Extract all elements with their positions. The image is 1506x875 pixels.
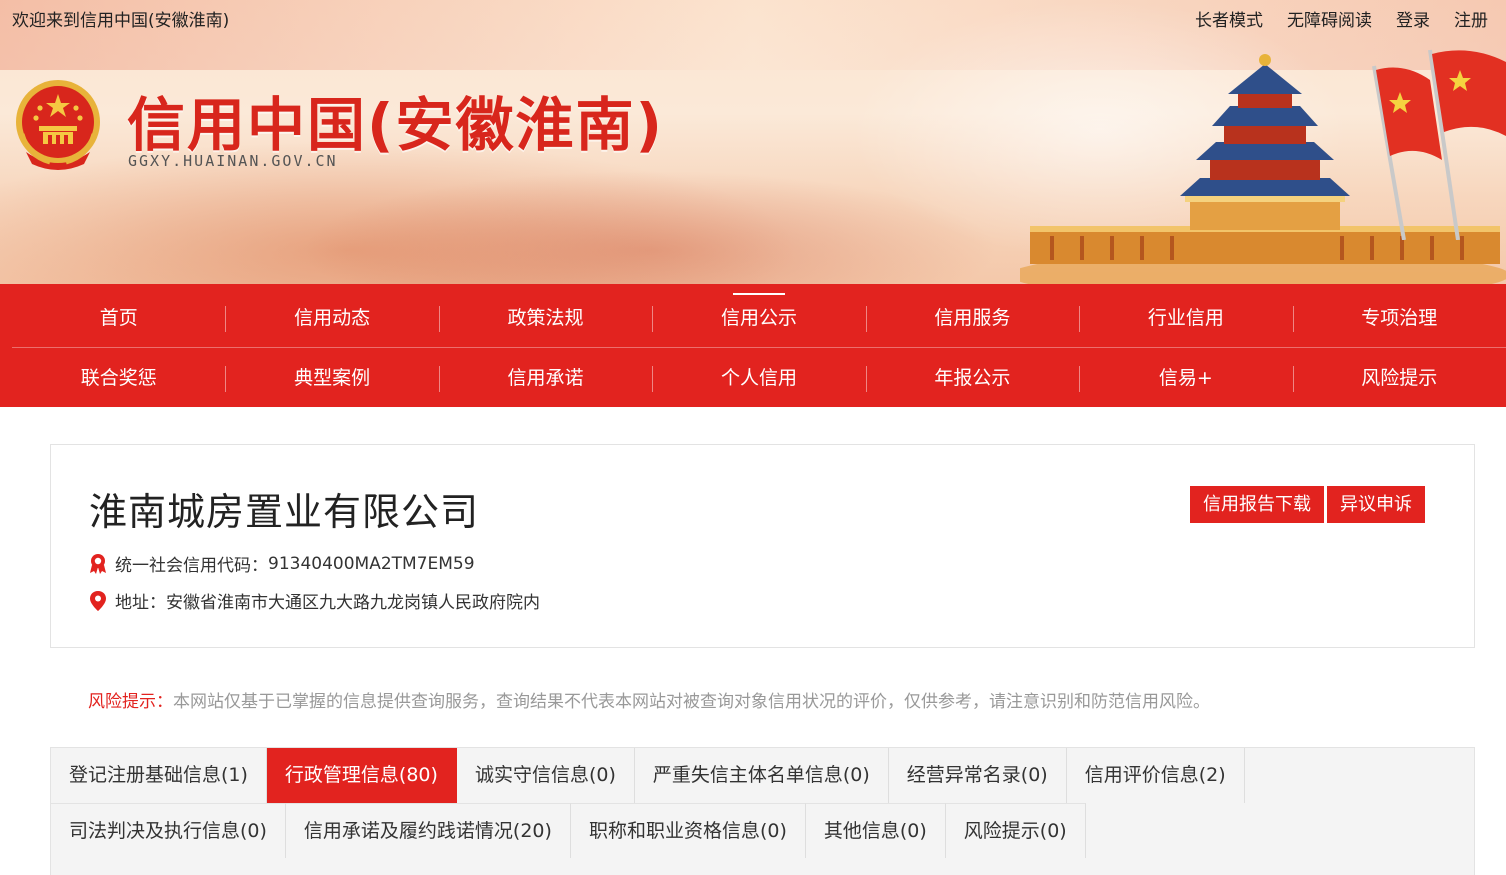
tab-risk-alert[interactable]: 风险提示(0): [945, 803, 1086, 858]
site-domain: GGXY.HUAINAN.GOV.CN: [128, 152, 338, 170]
tab-serious-dishonesty[interactable]: 严重失信主体名单信息(0): [635, 748, 889, 803]
nav-item-credit-news[interactable]: 信用动态: [225, 288, 438, 348]
company-card: 淮南城房置业有限公司 信用报告下载 异议申诉 统一社会信用代码： 9134040…: [50, 444, 1475, 648]
nav-item-credit-services[interactable]: 信用服务: [865, 288, 1079, 348]
tab-row-1: 登记注册基础信息(1) 行政管理信息(80) 诚实守信信息(0) 严重失信主体名…: [51, 748, 1245, 803]
nav-item-credit-commitment[interactable]: 信用承诺: [438, 348, 652, 408]
nav-item-home[interactable]: 首页: [12, 288, 225, 348]
accessibility-link[interactable]: 无障碍阅读: [1287, 6, 1372, 31]
risk-notice-text: 本网站仅基于已掌握的信息提供查询服务，查询结果不代表本网站对被查询对象信用状况的…: [173, 692, 1210, 712]
tab-judicial[interactable]: 司法判决及执行信息(0): [51, 803, 286, 858]
credit-code-row: 统一社会信用代码： 91340400MA2TM7EM59: [88, 551, 475, 576]
nav-item-special-governance[interactable]: 专项治理: [1292, 288, 1506, 348]
credit-code-value: 91340400MA2TM7EM59: [268, 553, 475, 574]
site-banner: 欢迎来到信用中国(安徽淮南) 长者模式 无障碍阅读 登录 注册 信用中国(安徽淮…: [0, 0, 1506, 284]
login-link[interactable]: 登录: [1396, 6, 1430, 31]
certificate-icon: [90, 553, 106, 574]
tab-honesty[interactable]: 诚实守信信息(0): [457, 748, 635, 803]
top-links: 长者模式 无障碍阅读 登录 注册: [1195, 6, 1488, 31]
risk-notice-label: 风险提示：: [88, 692, 173, 712]
main-nav: 首页 信用动态 政策法规 信用公示 信用服务 行业信用 专项治理 联合奖惩 典型…: [0, 284, 1506, 407]
nav-item-personal-credit[interactable]: 个人信用: [652, 348, 865, 408]
tab-abnormal-operation[interactable]: 经营异常名录(0): [889, 748, 1067, 803]
location-pin-icon: [90, 590, 106, 611]
tab-professional-qualification[interactable]: 职称和职业资格信息(0): [570, 803, 806, 858]
site-title: 信用中国(安徽淮南): [127, 91, 665, 159]
elder-mode-link[interactable]: 长者模式: [1195, 6, 1263, 31]
appeal-button[interactable]: 异议申诉: [1327, 486, 1425, 523]
register-link[interactable]: 注册: [1454, 6, 1488, 31]
nav-item-industry-credit[interactable]: 行业信用: [1079, 288, 1292, 348]
address-row: 地址： 安徽省淮南市大通区九大路九龙岗镇人民政府院内: [88, 588, 540, 613]
tab-row-2: 司法判决及执行信息(0) 信用承诺及履约践诺情况(20) 职称和职业资格信息(0…: [51, 803, 1086, 858]
nav-row-2: 联合奖惩 典型案例 信用承诺 个人信用 年报公示 信易+ 风险提示: [12, 348, 1506, 408]
address-label: 地址：: [115, 593, 166, 613]
nav-item-risk-alert[interactable]: 风险提示: [1292, 348, 1506, 408]
risk-notice: 风险提示：本网站仅基于已掌握的信息提供查询服务，查询结果不代表本网站对被查询对象…: [88, 687, 1210, 712]
nav-row-1: 首页 信用动态 政策法规 信用公示 信用服务 行业信用 专项治理: [12, 288, 1506, 348]
info-tabs: 登记注册基础信息(1) 行政管理信息(80) 诚实守信信息(0) 严重失信主体名…: [50, 747, 1475, 875]
tab-registration-basic[interactable]: 登记注册基础信息(1): [51, 748, 267, 803]
address-value: 安徽省淮南市大通区九大路九龙岗镇人民政府院内: [166, 593, 540, 613]
nav-item-xinyi-plus[interactable]: 信易+: [1079, 348, 1292, 408]
national-emblem-icon: [16, 80, 100, 170]
tab-other-info[interactable]: 其他信息(0): [805, 803, 946, 858]
credit-code-label: 统一社会信用代码：: [115, 556, 268, 576]
tab-credit-evaluation[interactable]: 信用评价信息(2): [1067, 748, 1245, 803]
nav-item-credit-publicity[interactable]: 信用公示: [652, 288, 865, 348]
nav-item-joint-rewards[interactable]: 联合奖惩: [12, 348, 225, 408]
company-name: 淮南城房置业有限公司: [89, 490, 480, 534]
welcome-text: 欢迎来到信用中国(安徽淮南): [12, 11, 230, 31]
national-flags-illustration: [1372, 49, 1506, 240]
credit-report-download-button[interactable]: 信用报告下载: [1190, 486, 1324, 523]
nav-item-typical-cases[interactable]: 典型案例: [225, 348, 438, 408]
nav-item-annual-report[interactable]: 年报公示: [865, 348, 1079, 408]
tab-credit-commitment[interactable]: 信用承诺及履约践诺情况(20): [285, 803, 571, 858]
nav-item-policies[interactable]: 政策法规: [438, 288, 652, 348]
tab-administrative[interactable]: 行政管理信息(80): [266, 748, 457, 803]
